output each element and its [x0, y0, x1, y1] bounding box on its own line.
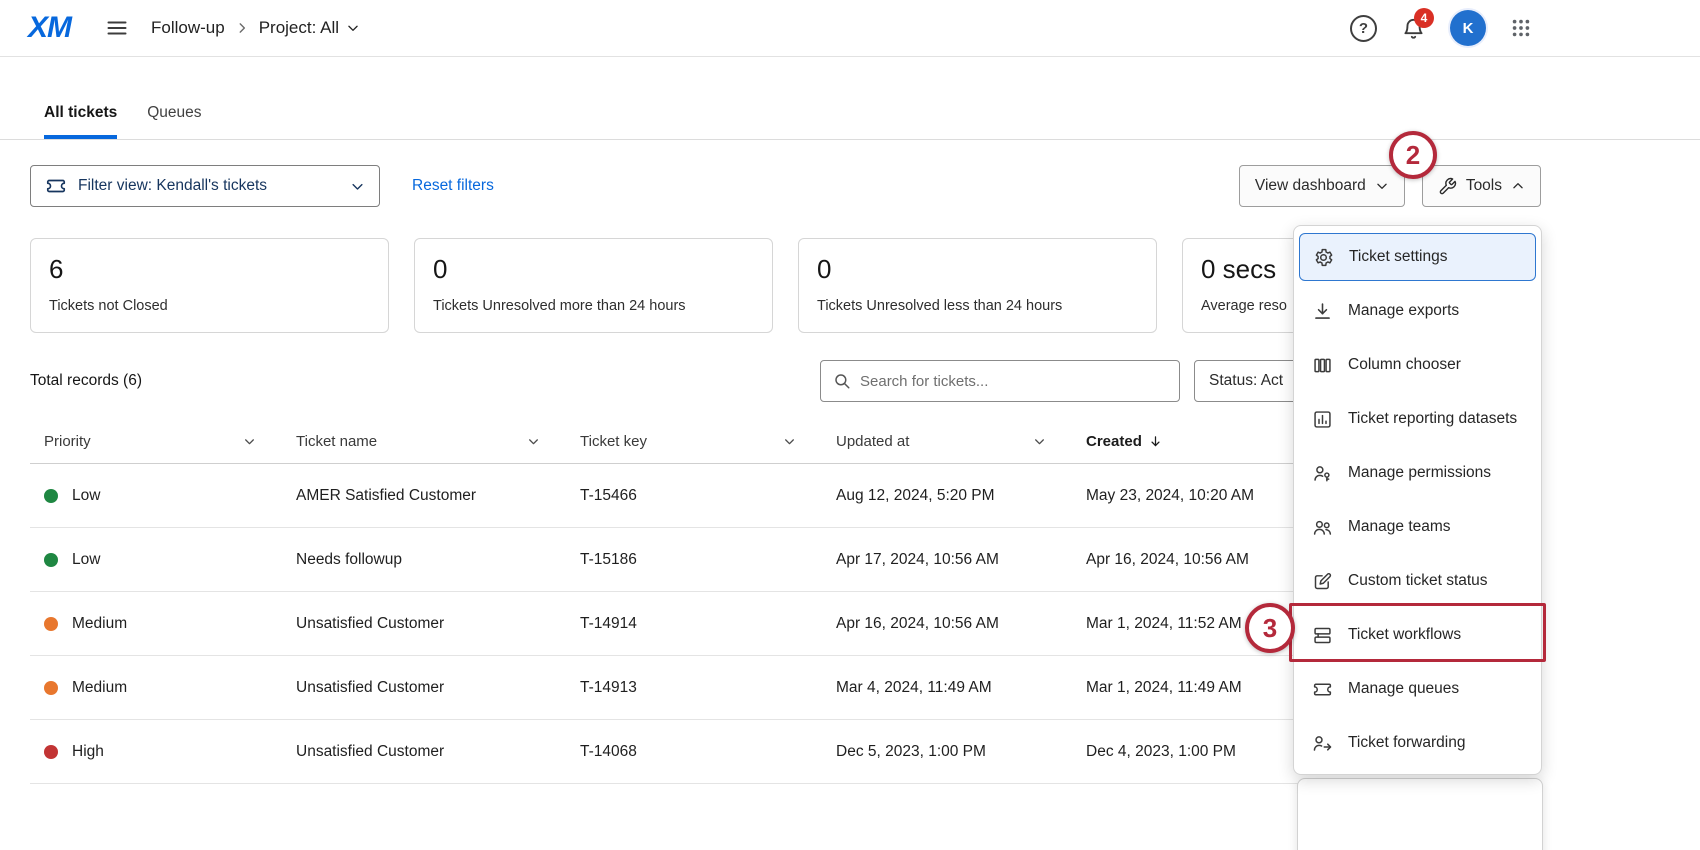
sort-descending-icon	[1148, 434, 1163, 449]
person-key-icon	[1310, 463, 1334, 484]
breadcrumb-section[interactable]: Follow-up	[151, 18, 225, 38]
stat-value: 6	[49, 254, 370, 285]
tabs-bar: All tickets Queues	[0, 57, 1700, 140]
search-icon	[833, 372, 851, 390]
search-input[interactable]	[860, 373, 1167, 390]
help-icon[interactable]: ?	[1350, 15, 1377, 42]
breadcrumb: Follow-up Project: All	[151, 18, 360, 38]
partial-element-below-menu	[1297, 778, 1543, 850]
bar-chart-icon	[1310, 409, 1334, 430]
total-records-label: Total records (6)	[30, 372, 142, 390]
topbar-actions: ? 4 K	[1350, 10, 1532, 46]
chevron-down-icon	[350, 179, 365, 194]
view-dashboard-button[interactable]: View dashboard	[1239, 165, 1405, 207]
filter-view-dropdown[interactable]: Filter view: Kendall's tickets	[30, 165, 380, 207]
filter-view-label: Filter view: Kendall's tickets	[78, 177, 267, 195]
priority-dot	[44, 617, 58, 631]
breadcrumb-project-label: Project: All	[259, 18, 339, 38]
ticket-icon	[45, 175, 67, 197]
chevron-right-icon	[235, 21, 249, 35]
stat-value: 0	[433, 254, 754, 285]
view-dashboard-label: View dashboard	[1255, 177, 1366, 195]
menu-item-manage-queues[interactable]: Manage queues	[1294, 662, 1541, 716]
topbar: XM Follow-up Project: All ? 4	[0, 0, 1700, 57]
stat-label: Tickets Unresolved more than 24 hours	[433, 298, 754, 314]
tab-queues[interactable]: Queues	[147, 104, 201, 139]
person-arrow-icon	[1310, 733, 1334, 754]
status-filter-label: Status: Act	[1209, 372, 1283, 390]
wrench-icon	[1438, 177, 1457, 196]
chevron-down-icon[interactable]	[783, 435, 796, 448]
menu-item-ticket-forwarding[interactable]: Ticket forwarding	[1294, 716, 1541, 770]
priority-dot	[44, 489, 58, 503]
notifications-button[interactable]: 4	[1401, 16, 1426, 41]
workflow-icon	[1310, 625, 1334, 646]
tools-button[interactable]: Tools	[1422, 165, 1541, 207]
column-header-priority[interactable]: Priority	[44, 433, 296, 450]
notification-badge: 4	[1414, 8, 1434, 28]
page: XM Follow-up Project: All ? 4	[0, 0, 1700, 850]
stat-value: 0	[817, 254, 1138, 285]
filter-bar-actions: View dashboard Tools	[1239, 165, 1541, 207]
priority-dot	[44, 553, 58, 567]
column-header-ticket-key[interactable]: Ticket key	[580, 433, 836, 450]
menu-item-column-chooser[interactable]: Column chooser	[1294, 338, 1541, 392]
menu-item-custom-ticket-status[interactable]: Custom ticket status	[1294, 554, 1541, 608]
menu-item-manage-permissions[interactable]: Manage permissions	[1294, 446, 1541, 500]
menu-item-manage-exports[interactable]: Manage exports	[1294, 284, 1541, 338]
menu-item-ticket-reporting-datasets[interactable]: Ticket reporting datasets	[1294, 392, 1541, 446]
pencil-square-icon	[1310, 571, 1334, 592]
xm-logo[interactable]: XM	[28, 11, 71, 45]
stat-card-unresolved-less-24h: 0 Tickets Unresolved less than 24 hours	[798, 238, 1157, 333]
annotation-step-3: 3	[1245, 603, 1295, 653]
filter-bar: Filter view: Kendall's tickets Reset fil…	[30, 165, 1541, 207]
chevron-up-icon	[1511, 179, 1525, 193]
menu-item-ticket-settings[interactable]: Ticket settings	[1299, 233, 1536, 281]
stat-card-unresolved-more-24h: 0 Tickets Unresolved more than 24 hours	[414, 238, 773, 333]
breadcrumb-project-selector[interactable]: Project: All	[259, 18, 360, 38]
menu-item-manage-teams[interactable]: Manage teams	[1294, 500, 1541, 554]
annotation-step-2: 2	[1389, 131, 1437, 179]
chevron-down-icon	[1375, 179, 1389, 193]
app-grid-icon[interactable]	[1510, 17, 1532, 39]
hamburger-menu-icon[interactable]	[105, 16, 129, 40]
chevron-down-icon	[346, 21, 360, 35]
column-header-updated-at[interactable]: Updated at	[836, 433, 1086, 450]
chevron-down-icon[interactable]	[243, 435, 256, 448]
chevron-down-icon[interactable]	[527, 435, 540, 448]
priority-dot	[44, 681, 58, 695]
column-header-ticket-name[interactable]: Ticket name	[296, 433, 580, 450]
download-icon	[1310, 301, 1334, 322]
ticket-icon	[1310, 679, 1334, 700]
avatar[interactable]: K	[1450, 10, 1486, 46]
priority-dot	[44, 745, 58, 759]
tools-dropdown-menu: Ticket settings Manage exports Column ch…	[1293, 225, 1542, 775]
menu-item-ticket-workflows[interactable]: Ticket workflows	[1294, 608, 1541, 662]
columns-icon	[1310, 355, 1334, 376]
people-icon	[1310, 517, 1334, 538]
reset-filters-link[interactable]: Reset filters	[412, 177, 494, 195]
chevron-down-icon[interactable]	[1033, 435, 1046, 448]
gear-icon	[1311, 247, 1335, 268]
stat-label: Tickets not Closed	[49, 298, 370, 314]
stat-card-tickets-not-closed: 6 Tickets not Closed	[30, 238, 389, 333]
tab-all-tickets[interactable]: All tickets	[44, 104, 117, 139]
tools-label: Tools	[1466, 177, 1502, 195]
stat-label: Tickets Unresolved less than 24 hours	[817, 298, 1138, 314]
ticket-search	[820, 360, 1180, 402]
